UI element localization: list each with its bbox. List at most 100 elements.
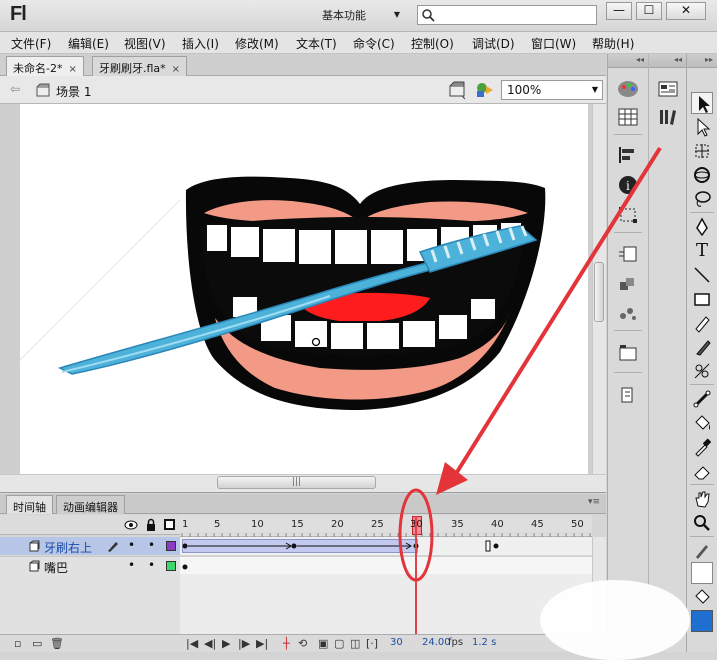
modify-onion-markers-icon[interactable]: [·] (366, 637, 378, 650)
new-layer-icon[interactable]: ▫ (14, 637, 21, 650)
motion-presets-icon[interactable] (616, 274, 640, 296)
tab-motion-editor[interactable]: 动画编辑器 (56, 495, 125, 514)
edit-symbols-icon[interactable] (474, 80, 496, 100)
panel-collapse-handle[interactable]: ◂◂ (608, 54, 648, 68)
selection-tool[interactable] (691, 92, 713, 114)
stage-canvas[interactable] (20, 104, 588, 474)
properties-icon[interactable] (656, 78, 680, 100)
onion-skin-outline-icon[interactable]: ▢ (334, 637, 344, 650)
deco-tool[interactable] (691, 360, 713, 382)
zoom-select[interactable]: 100% ▼ (501, 80, 603, 100)
panel-menu-icon[interactable]: ▾≡ (588, 497, 600, 507)
paint-bucket-tool[interactable] (691, 412, 713, 434)
back-arrow-icon[interactable]: ⇦ (10, 82, 20, 96)
menu-control[interactable]: 控制(O) (411, 35, 454, 52)
menu-insert[interactable]: 插入(I) (182, 35, 219, 52)
frames-row-toothbrush[interactable] (180, 537, 592, 555)
menu-text[interactable]: 文本(T) (296, 35, 337, 52)
menu-edit[interactable]: 编辑(E) (68, 35, 109, 52)
frame-rate[interactable]: 24.00 (422, 637, 451, 648)
layer-row-toothbrush[interactable]: 牙刷右上 • • (0, 537, 180, 555)
layer-color-swatch[interactable] (166, 561, 176, 571)
stroke-color-tool[interactable] (691, 540, 713, 562)
hand-tool[interactable] (691, 488, 713, 510)
text-tool[interactable]: T (691, 240, 713, 262)
stage-horizontal-scroll-thumb[interactable]: ||| (217, 476, 376, 489)
minimize-button[interactable]: — (606, 2, 632, 20)
frame-ruler[interactable]: 1 5 10 15 20 25 35 40 45 50 30 (180, 515, 592, 537)
frames-row-mouth[interactable] (180, 556, 592, 574)
panel-collapse-handle[interactable]: ▸▸ (687, 54, 717, 68)
visibility-dot[interactable]: • (128, 558, 135, 572)
menu-window[interactable]: 窗口(W) (531, 35, 576, 52)
visibility-dot[interactable]: • (128, 538, 135, 552)
doc-tab-untitled[interactable]: 未命名-2* × (6, 56, 84, 76)
eye-icon[interactable] (124, 519, 138, 531)
scene-panel-icon[interactable] (616, 342, 640, 364)
info-icon[interactable]: i (616, 174, 640, 196)
layer-name[interactable]: 牙刷右上 (44, 539, 92, 556)
maximize-button[interactable]: ☐ (636, 2, 662, 20)
lock-dot[interactable]: • (148, 558, 155, 572)
fill-color-tool[interactable] (691, 586, 713, 608)
pen-tool[interactable] (691, 216, 713, 238)
line-tool[interactable] (691, 264, 713, 286)
swatches-icon[interactable] (616, 106, 640, 128)
current-frame[interactable]: 30 (390, 637, 403, 648)
actions-icon[interactable] (616, 384, 640, 406)
tab-timeline[interactable]: 时间轴 (6, 495, 53, 514)
delete-layer-icon[interactable]: 🗑 (50, 637, 64, 650)
subselection-tool[interactable] (691, 116, 713, 138)
eyedropper-tool[interactable] (691, 436, 713, 458)
close-icon[interactable]: × (68, 64, 76, 75)
layer-row-mouth[interactable]: 嘴巴 • • (0, 556, 180, 575)
menu-view[interactable]: 视图(V) (124, 35, 166, 52)
step-back-icon[interactable]: ◀| (204, 637, 216, 650)
outline-icon[interactable] (164, 519, 175, 530)
center-frame-icon[interactable]: ┼ (283, 637, 290, 650)
new-folder-icon[interactable]: ▭ (32, 637, 42, 650)
go-to-last-frame-icon[interactable]: ▶| (256, 637, 268, 650)
loop-icon[interactable]: ⟲ (298, 637, 307, 650)
ruler-label: 1 (182, 519, 189, 530)
lock-icon[interactable] (145, 518, 157, 532)
brush-tool[interactable] (691, 336, 713, 358)
pencil-tool[interactable] (691, 312, 713, 334)
eraser-tool[interactable] (691, 460, 713, 482)
zoom-tool[interactable] (691, 512, 713, 534)
bone-tool[interactable] (691, 388, 713, 410)
stage-vertical-scroll-thumb[interactable] (594, 262, 604, 322)
lock-dot[interactable]: • (148, 538, 155, 552)
go-to-first-frame-icon[interactable]: |◀ (186, 637, 198, 650)
menu-modify[interactable]: 修改(M) (235, 35, 279, 52)
menu-file[interactable]: 文件(F) (11, 35, 51, 52)
menu-debug[interactable]: 调试(D) (472, 35, 515, 52)
3d-rotation-tool[interactable] (691, 164, 713, 186)
layer-color-swatch[interactable] (166, 541, 176, 551)
search-icon (422, 9, 435, 22)
panel-collapse-handle[interactable]: ◂◂ (649, 54, 686, 68)
play-icon[interactable]: ▶ (222, 637, 230, 650)
doc-tab-toothbrush[interactable]: 牙刷刷牙.fla* × (92, 56, 188, 76)
stroke-color-swatch[interactable] (691, 562, 713, 584)
onion-skin-icon[interactable]: ▣ (318, 637, 328, 650)
close-button[interactable]: ✕ (666, 2, 706, 20)
search-input[interactable] (417, 5, 597, 25)
menu-help[interactable]: 帮助(H) (592, 35, 634, 52)
edit-scene-icon[interactable] (448, 80, 468, 100)
color-icon[interactable] (616, 78, 640, 100)
align-icon[interactable] (616, 144, 640, 166)
lasso-tool[interactable] (691, 188, 713, 210)
menu-commands[interactable]: 命令(C) (353, 35, 395, 52)
rectangle-tool[interactable] (691, 288, 713, 310)
library-icon[interactable] (656, 106, 680, 128)
fill-color-swatch[interactable] (691, 610, 713, 632)
transform-icon[interactable] (616, 204, 640, 226)
behaviors-icon[interactable] (616, 302, 640, 324)
step-forward-icon[interactable]: |▶ (238, 637, 250, 650)
free-transform-tool[interactable] (691, 140, 713, 162)
workspace-switcher[interactable]: 基本功能 ▼ (322, 7, 406, 25)
edit-multiple-frames-icon[interactable]: ◫ (350, 637, 360, 650)
components-icon[interactable] (616, 244, 640, 266)
close-icon[interactable]: × (172, 64, 180, 75)
